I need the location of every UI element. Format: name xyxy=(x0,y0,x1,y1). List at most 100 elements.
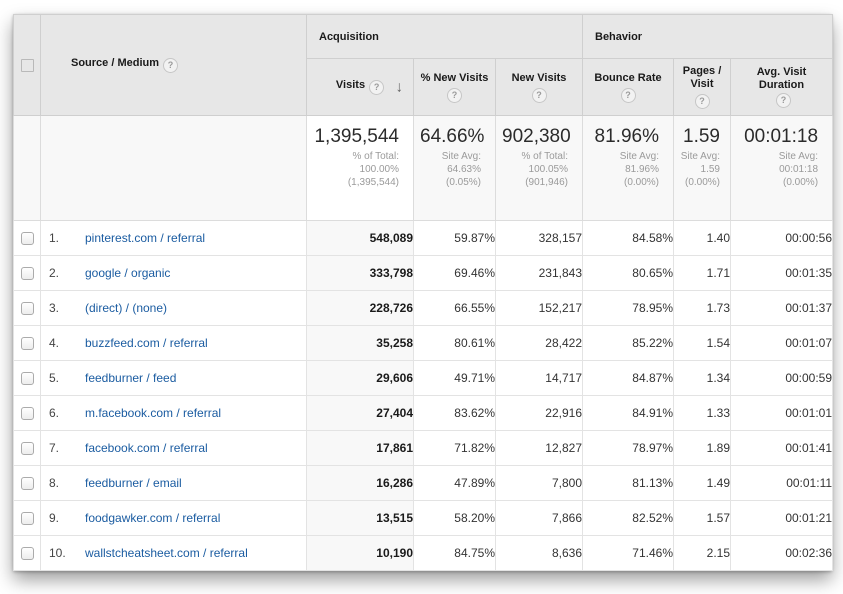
select-all-checkbox[interactable] xyxy=(21,59,34,72)
avg-duration-cell: 00:00:59 xyxy=(731,361,833,396)
pct-new-visits-cell: 59.87% xyxy=(414,221,496,256)
source-medium-label: Source / Medium xyxy=(71,57,159,70)
new-visits-cell: 7,800 xyxy=(496,466,583,501)
table-row: 2.google / organic 333,798 69.46% 231,84… xyxy=(14,256,833,291)
row-checkbox[interactable] xyxy=(21,547,34,560)
bounce-rate-cell: 71.46% xyxy=(583,536,674,571)
visits-cell: 35,258 xyxy=(307,326,414,361)
row-checkbox[interactable] xyxy=(21,442,34,455)
row-checkbox[interactable] xyxy=(21,267,34,280)
avg-duration-cell: 00:01:07 xyxy=(731,326,833,361)
help-icon[interactable]: ? xyxy=(532,88,547,103)
pct-new-visits-cell: 58.20% xyxy=(414,501,496,536)
row-checkbox-cell xyxy=(14,291,41,326)
totals-visits-cell: 1,395,544 % of Total: 100.00% (1,395,544… xyxy=(307,116,414,221)
total-new-visits-value: 902,380 xyxy=(502,126,568,148)
column-header-pages-visit[interactable]: Pages / Visit ? xyxy=(674,59,731,116)
visits-cell: 548,089 xyxy=(307,221,414,256)
column-header-pct-new-visits[interactable]: % New Visits ? xyxy=(414,59,496,116)
source-medium-cell: 4. buzzfeed.com / referral xyxy=(41,326,307,361)
source-medium-cell: 1.pinterest.com / referral xyxy=(41,221,307,256)
analytics-table-screenshot: Source / Medium? Acquisition Behavior Vi… xyxy=(13,14,832,571)
help-icon[interactable]: ? xyxy=(695,94,710,109)
source-medium-link[interactable]: buzzfeed.com / referral xyxy=(85,336,208,350)
source-medium-cell: 5. feedburner / feed xyxy=(41,361,307,396)
row-checkbox[interactable] xyxy=(21,232,34,245)
source-medium-link[interactable]: foodgawker.com / referral xyxy=(85,511,220,525)
table-row: 5.feedburner / feed 29,606 49.71% 14,717… xyxy=(14,361,833,396)
column-header-bounce-rate[interactable]: Bounce Rate ? xyxy=(583,59,674,116)
source-medium-link[interactable]: pinterest.com / referral xyxy=(85,231,205,245)
source-medium-cell: 7.facebook.com / referral xyxy=(41,431,307,466)
header-checkbox-cell xyxy=(14,15,41,116)
source-medium-link[interactable]: feedburner / email xyxy=(85,476,182,490)
source-medium-link[interactable]: feedburner / feed xyxy=(85,371,176,385)
source-medium-cell: 6.m.facebook.com / referral xyxy=(41,396,307,431)
row-checkbox[interactable] xyxy=(21,477,34,490)
total-new-visits-subtext: % of Total: 100.05% (901,946) xyxy=(502,150,568,189)
row-checkbox[interactable] xyxy=(21,512,34,525)
visits-cell: 29,606 xyxy=(307,361,414,396)
table-row: 4.buzzfeed.com / referral 35,258 80.61% … xyxy=(14,326,833,361)
column-header-avg-visit-duration[interactable]: Avg. Visit Duration? xyxy=(731,59,833,116)
row-index: 9. xyxy=(49,511,71,525)
row-index: 5. xyxy=(49,371,71,385)
source-medium-link[interactable]: wallstcheatsheet.com / referral xyxy=(85,546,248,560)
row-checkbox[interactable] xyxy=(21,302,34,315)
row-checkbox[interactable] xyxy=(21,337,34,350)
total-avg-duration-subtext: Site Avg: 00:01:18 (0.00%) xyxy=(737,150,818,189)
help-icon[interactable]: ? xyxy=(369,80,384,95)
bounce-rate-cell: 84.58% xyxy=(583,221,674,256)
source-medium-link[interactable]: facebook.com / referral xyxy=(85,441,208,455)
pages-visit-label: Pages / Visit xyxy=(674,65,730,91)
row-checkbox[interactable] xyxy=(21,372,34,385)
row-checkbox[interactable] xyxy=(21,407,34,420)
column-header-visits[interactable]: Visits? ↓ xyxy=(307,59,414,116)
avg-duration-cell: 00:02:36 xyxy=(731,536,833,571)
avg-duration-cell: 00:01:11 xyxy=(731,466,833,501)
new-visits-cell: 152,217 xyxy=(496,291,583,326)
row-checkbox-cell xyxy=(14,466,41,501)
source-medium-link[interactable]: (direct) / (none) xyxy=(85,301,167,315)
pct-new-visits-label: % New Visits xyxy=(421,72,489,85)
pages-visit-cell: 1.33 xyxy=(674,396,731,431)
total-visits-subtext: % of Total: 100.00% (1,395,544) xyxy=(313,150,399,189)
bounce-rate-cell: 82.52% xyxy=(583,501,674,536)
total-pages-visit-value: 1.59 xyxy=(680,126,720,148)
pages-visit-cell: 2.15 xyxy=(674,536,731,571)
help-icon[interactable]: ? xyxy=(621,88,636,103)
table-row: 7.facebook.com / referral 17,861 71.82% … xyxy=(14,431,833,466)
column-header-new-visits[interactable]: New Visits ? xyxy=(496,59,583,116)
bounce-rate-cell: 84.91% xyxy=(583,396,674,431)
row-checkbox-cell xyxy=(14,256,41,291)
avg-duration-cell: 00:01:37 xyxy=(731,291,833,326)
avg-duration-cell: 00:01:01 xyxy=(731,396,833,431)
help-icon[interactable]: ? xyxy=(163,58,178,73)
help-icon[interactable]: ? xyxy=(776,93,791,108)
source-medium-cell: 10.wallstcheatsheet.com / referral xyxy=(41,536,307,571)
visits-cell: 10,190 xyxy=(307,536,414,571)
row-checkbox-cell xyxy=(14,431,41,466)
row-index: 4. xyxy=(49,336,71,350)
help-icon[interactable]: ? xyxy=(447,88,462,103)
totals-bounce-rate-cell: 81.96% Site Avg: 81.96% (0.00%) xyxy=(583,116,674,221)
source-medium-link[interactable]: google / organic xyxy=(85,266,170,280)
bounce-rate-cell: 84.87% xyxy=(583,361,674,396)
sort-descending-arrow-icon[interactable]: ↓ xyxy=(396,79,404,96)
row-checkbox-cell xyxy=(14,326,41,361)
pages-visit-cell: 1.73 xyxy=(674,291,731,326)
source-medium-link[interactable]: m.facebook.com / referral xyxy=(85,406,221,420)
visits-cell: 13,515 xyxy=(307,501,414,536)
pct-new-visits-cell: 80.61% xyxy=(414,326,496,361)
pages-visit-cell: 1.71 xyxy=(674,256,731,291)
totals-pages-visit-cell: 1.59 Site Avg: 1.59 (0.00%) xyxy=(674,116,731,221)
bounce-rate-cell: 81.13% xyxy=(583,466,674,501)
row-checkbox-cell xyxy=(14,361,41,396)
column-header-source-medium[interactable]: Source / Medium? xyxy=(41,15,307,116)
pages-visit-cell: 1.34 xyxy=(674,361,731,396)
total-bounce-rate-subtext: Site Avg: 81.96% (0.00%) xyxy=(589,150,659,189)
bounce-rate-cell: 78.97% xyxy=(583,431,674,466)
visits-cell: 228,726 xyxy=(307,291,414,326)
table-header: Source / Medium? Acquisition Behavior Vi… xyxy=(14,15,833,116)
bounce-rate-label: Bounce Rate xyxy=(594,72,661,85)
